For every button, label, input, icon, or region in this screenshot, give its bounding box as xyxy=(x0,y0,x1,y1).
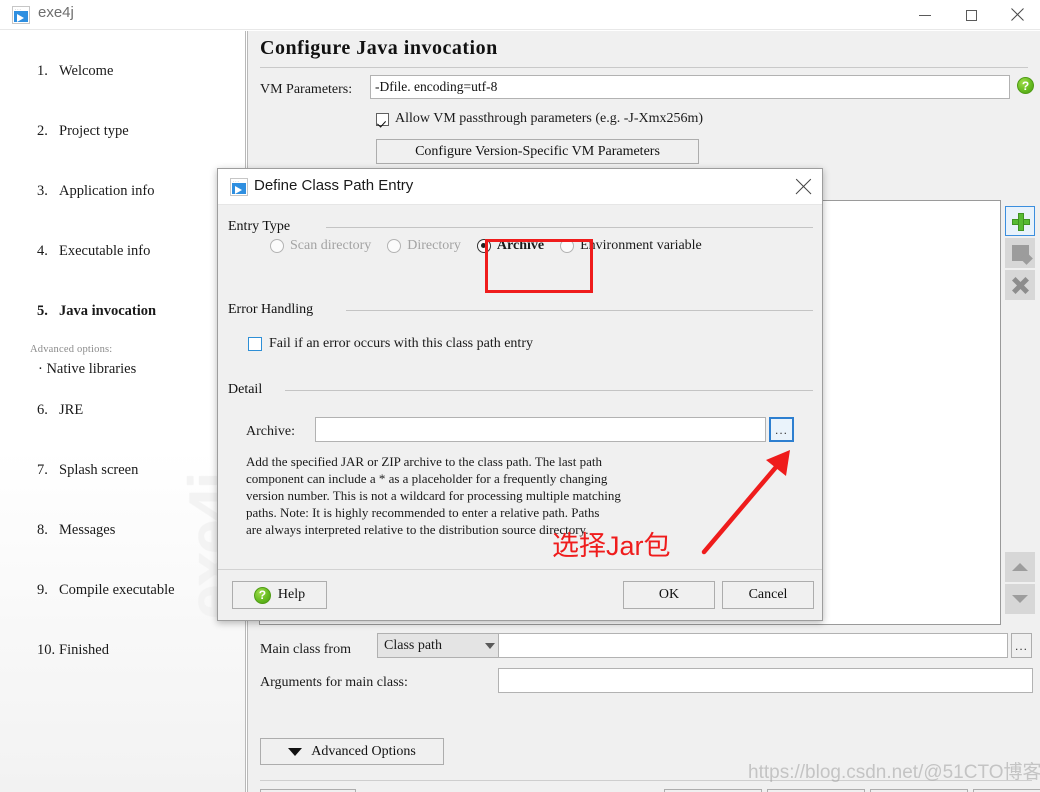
step-label: Java invocation xyxy=(59,303,157,319)
vm-parameters-label: VM Parameters: xyxy=(260,82,353,97)
vm-parameters-input[interactable] xyxy=(370,75,1010,99)
fail-on-error-row[interactable]: Fail if an error occurs with this class … xyxy=(248,336,533,352)
radio-directory[interactable]: Directory xyxy=(387,238,461,254)
sidebar-item-executable-info[interactable]: 4. Executable info xyxy=(8,221,238,281)
error-handling-group-rule xyxy=(346,310,813,311)
help-icon[interactable]: ? xyxy=(1017,77,1034,94)
radio-scan-directory[interactable]: Scan directory xyxy=(270,238,371,254)
sidebar-item-native-libraries[interactable]: · Native libraries xyxy=(8,359,238,380)
step-label: Messages xyxy=(59,522,116,538)
dialog-footer-divider xyxy=(218,569,822,570)
step-number: 4. xyxy=(37,243,48,259)
page-title: Configure Java invocation xyxy=(260,37,498,59)
step-number: 8. xyxy=(37,522,48,538)
dialog-cancel-button[interactable]: Cancel xyxy=(722,581,814,609)
step-number: 9. xyxy=(37,582,48,598)
allow-passthrough-label: Allow VM passthrough parameters (e.g. -J… xyxy=(395,111,704,126)
window-controls xyxy=(902,0,1040,30)
step-number: 7. xyxy=(37,462,48,478)
step-number: 1. xyxy=(37,63,48,79)
footer-divider xyxy=(260,780,1032,781)
advanced-options-button[interactable]: Advanced Options xyxy=(260,738,444,765)
close-button[interactable] xyxy=(994,0,1040,30)
radio-label: Scan directory xyxy=(290,238,372,253)
ellipsis-icon: ... xyxy=(774,422,788,437)
error-handling-group-label: Error Handling xyxy=(228,302,320,318)
move-up-icon[interactable] xyxy=(1005,552,1035,582)
title-divider xyxy=(260,67,1028,68)
archive-label: Archive: xyxy=(246,424,295,439)
annotation-arrow xyxy=(701,450,790,555)
exe4j-app-icon: ... xyxy=(12,6,30,24)
step-number: 2. xyxy=(37,123,48,139)
chevron-down-icon xyxy=(485,642,495,649)
dialog-help-label: Help xyxy=(277,587,306,602)
arguments-label: Arguments for main class: xyxy=(260,675,408,690)
sidebar-item-project-type[interactable]: 2. Project type xyxy=(8,101,238,161)
step-label: Splash screen xyxy=(59,462,139,478)
main-class-input[interactable] xyxy=(498,633,1008,658)
add-icon[interactable] xyxy=(1005,206,1035,236)
dialog-title: Define Class Path Entry xyxy=(254,177,414,194)
window-title: exe4j xyxy=(38,4,74,21)
step-label: Executable info xyxy=(59,243,151,259)
dialog-help-button[interactable]: ? Help xyxy=(232,581,327,609)
allow-passthrough-row[interactable]: Allow VM passthrough parameters (e.g. -J… xyxy=(376,111,703,127)
radio-icon xyxy=(270,239,284,253)
step-label: Welcome xyxy=(59,63,114,79)
class-path-toolbar xyxy=(1005,206,1035,302)
maximize-button[interactable] xyxy=(948,0,994,30)
minimize-button[interactable] xyxy=(902,0,948,30)
sidebar-item-java-invocation[interactable]: 5. Java invocation xyxy=(8,281,238,341)
step-number: 6. xyxy=(37,402,48,418)
radio-icon xyxy=(387,239,402,253)
detail-group-rule xyxy=(285,390,813,391)
advanced-options-label: Advanced Options xyxy=(311,743,416,759)
sidebar-item-finished[interactable]: 10. Finished xyxy=(8,620,238,680)
help-icon: ? xyxy=(253,586,271,604)
wizard-sidebar: 1. Welcome 2. Project type 3. Application i… xyxy=(0,31,246,792)
step-number: 10. xyxy=(37,642,56,658)
step-label: Project type xyxy=(59,123,129,139)
sidebar-item-jre[interactable]: 6. JRE xyxy=(8,380,238,440)
app-window: ... exe4j 1. Welcome 2. Project type 3. App… xyxy=(0,0,1040,792)
class-path-reorder-toolbar xyxy=(1005,552,1035,616)
remove-icon[interactable] xyxy=(1005,270,1035,300)
step-label: Finished xyxy=(59,642,109,658)
step-number: 3. xyxy=(37,183,48,199)
step-label: Application info xyxy=(59,183,155,199)
edit-icon[interactable] xyxy=(1005,238,1035,268)
arguments-input[interactable] xyxy=(498,668,1033,693)
dialog-ok-button[interactable]: OK xyxy=(623,581,715,609)
sidebar-advanced-options-header: Advanced options: xyxy=(30,344,113,355)
radio-label: Directory xyxy=(407,238,461,253)
configure-version-specific-vm-parameters-button[interactable]: Configure Version-Specific VM Parameters xyxy=(376,139,699,164)
dialog-titlebar: ... Define Class Path Entry xyxy=(218,169,822,205)
caret-down-icon xyxy=(288,747,303,756)
main-class-from-value: Class path xyxy=(384,637,442,653)
sidebar-item-application-info[interactable]: 3. Application info xyxy=(8,161,238,221)
main-class-from-label: Main class from xyxy=(260,642,351,657)
fail-on-error-checkbox[interactable] xyxy=(248,337,262,351)
close-icon[interactable] xyxy=(794,177,814,197)
annotation-highlight-box xyxy=(485,239,593,293)
main-class-browse-button[interactable]: ... xyxy=(1011,633,1032,658)
window-titlebar: ... exe4j xyxy=(0,0,1040,30)
move-down-icon[interactable] xyxy=(1005,584,1035,614)
radio-label: Environment variable xyxy=(580,238,702,253)
fail-on-error-label: Fail if an error occurs with this class … xyxy=(269,336,533,351)
step-label: Compile executable xyxy=(59,582,175,598)
step-number: 5. xyxy=(37,303,48,319)
allow-passthrough-checkbox[interactable] xyxy=(376,112,389,126)
exe4j-app-icon: ... xyxy=(230,178,248,196)
main-class-from-select[interactable]: Class path xyxy=(377,633,502,658)
detail-group-label: Detail xyxy=(228,382,269,398)
step-label: JRE xyxy=(59,402,84,418)
sidebar-item-welcome[interactable]: 1. Welcome xyxy=(8,41,238,101)
annotation-chinese-note: 选择Jar包 xyxy=(552,531,671,561)
